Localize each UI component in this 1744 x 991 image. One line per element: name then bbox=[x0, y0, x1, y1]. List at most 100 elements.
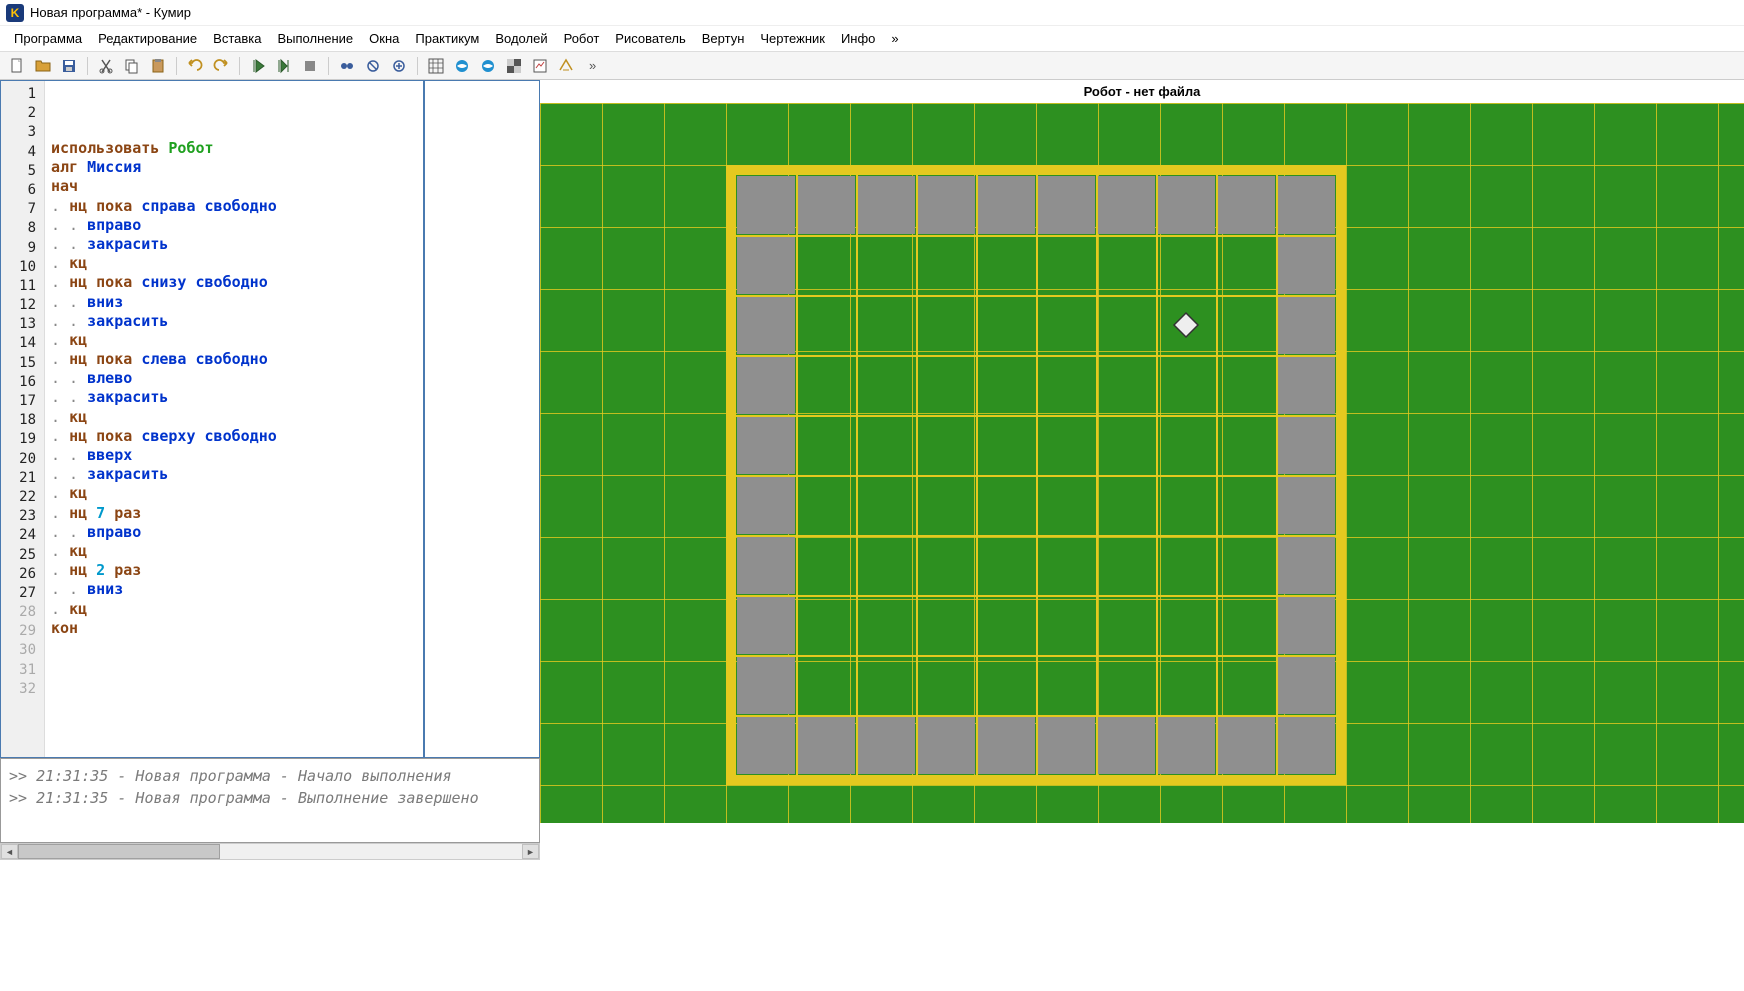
menu-item-3[interactable]: Выполнение bbox=[269, 27, 361, 50]
code-line[interactable]: алг Миссия bbox=[51, 158, 533, 177]
code-line[interactable]: . . вверх bbox=[51, 446, 533, 465]
code-line[interactable]: . . закрасить bbox=[51, 312, 533, 331]
code-line-empty[interactable] bbox=[51, 638, 533, 657]
editor-split-divider[interactable] bbox=[423, 81, 425, 757]
menu-item-6[interactable]: Водолей bbox=[487, 27, 555, 50]
code-area[interactable]: использовать Роботалг Миссиянач. нц пока… bbox=[45, 81, 539, 757]
scroll-track[interactable] bbox=[18, 844, 522, 859]
code-line-empty[interactable] bbox=[51, 657, 533, 676]
code-line[interactable]: . нц пока справа свободно bbox=[51, 197, 533, 216]
menu-item-7[interactable]: Робот bbox=[556, 27, 608, 50]
menu-item-10[interactable]: Чертежник bbox=[752, 27, 833, 50]
code-line[interactable]: . . влево bbox=[51, 369, 533, 388]
code-line[interactable]: . нц 2 раз bbox=[51, 561, 533, 580]
menu-item-5[interactable]: Практикум bbox=[407, 27, 487, 50]
breakpoint-list-icon[interactable] bbox=[388, 55, 410, 77]
copy-icon[interactable] bbox=[121, 55, 143, 77]
code-line[interactable]: . нц пока снизу свободно bbox=[51, 273, 533, 292]
painted-cell bbox=[737, 416, 795, 474]
output-console[interactable]: >> 21:31:35 - Новая программа - Начало в… bbox=[0, 758, 540, 843]
actor6-icon[interactable] bbox=[555, 55, 577, 77]
undo-icon[interactable] bbox=[184, 55, 206, 77]
painted-cell bbox=[1277, 716, 1335, 774]
titlebar: K Новая программа* - Кумир bbox=[0, 0, 1744, 26]
code-line[interactable]: кон bbox=[51, 619, 533, 638]
horizontal-scrollbar[interactable]: ◄ ► bbox=[0, 843, 540, 860]
code-line[interactable]: . нц 7 раз bbox=[51, 504, 533, 523]
menubar: ПрограммаРедактированиеВставкаВыполнение… bbox=[0, 26, 1744, 52]
painted-cell bbox=[1277, 296, 1335, 354]
code-line[interactable]: . кц bbox=[51, 408, 533, 427]
menu-item-12[interactable]: » bbox=[883, 27, 906, 50]
actor3-icon[interactable] bbox=[477, 55, 499, 77]
redo-icon[interactable] bbox=[210, 55, 232, 77]
menu-item-1[interactable]: Редактирование bbox=[90, 27, 205, 50]
code-line[interactable]: . . закрасить bbox=[51, 235, 533, 254]
painted-cell bbox=[977, 176, 1035, 234]
painted-cell bbox=[1157, 176, 1215, 234]
line-number: 2 bbox=[1, 104, 44, 123]
actor5-icon[interactable] bbox=[529, 55, 551, 77]
cut-icon[interactable] bbox=[95, 55, 117, 77]
code-line-empty[interactable] bbox=[51, 695, 533, 714]
code-line[interactable]: . нц пока слева свободно bbox=[51, 350, 533, 369]
code-line-empty[interactable] bbox=[51, 715, 533, 734]
run-icon[interactable] bbox=[247, 55, 269, 77]
open-folder-icon[interactable] bbox=[32, 55, 54, 77]
run-step-icon[interactable] bbox=[273, 55, 295, 77]
breakpoint-add-icon[interactable] bbox=[336, 55, 358, 77]
menu-item-8[interactable]: Рисователь bbox=[607, 27, 693, 50]
code-line[interactable]: . . вправо bbox=[51, 523, 533, 542]
line-number: 9 bbox=[1, 239, 44, 258]
painted-cell bbox=[1277, 416, 1335, 474]
line-number: 12 bbox=[1, 296, 44, 315]
line-number: 1 bbox=[1, 85, 44, 104]
new-file-icon[interactable] bbox=[6, 55, 28, 77]
menu-item-0[interactable]: Программа bbox=[6, 27, 90, 50]
code-line[interactable]: . нц пока сверху свободно bbox=[51, 427, 533, 446]
robot-field[interactable] bbox=[540, 103, 1744, 823]
actor4-icon[interactable] bbox=[503, 55, 525, 77]
stop-icon[interactable] bbox=[299, 55, 321, 77]
code-line[interactable]: . кц bbox=[51, 254, 533, 273]
code-line[interactable]: . . вниз bbox=[51, 293, 533, 312]
field-grid-line bbox=[736, 235, 1336, 237]
menu-item-9[interactable]: Вертун bbox=[694, 27, 753, 50]
field-grid-line bbox=[736, 595, 1336, 597]
painted-cell bbox=[1217, 716, 1275, 774]
painted-cell bbox=[797, 716, 855, 774]
code-line[interactable]: . кц bbox=[51, 331, 533, 350]
code-line[interactable]: . . вниз bbox=[51, 580, 533, 599]
scroll-thumb[interactable] bbox=[18, 844, 220, 859]
toolbar-overflow-icon[interactable]: » bbox=[581, 54, 604, 77]
code-line[interactable]: . кц bbox=[51, 484, 533, 503]
painted-cell bbox=[737, 236, 795, 294]
paste-icon[interactable] bbox=[147, 55, 169, 77]
code-line[interactable]: . кц bbox=[51, 542, 533, 561]
code-line[interactable]: . . вправо bbox=[51, 216, 533, 235]
code-line[interactable]: нач bbox=[51, 177, 533, 196]
code-line-empty[interactable] bbox=[51, 734, 533, 753]
actor1-icon[interactable] bbox=[425, 55, 447, 77]
code-line[interactable]: . . закрасить bbox=[51, 388, 533, 407]
code-line-empty[interactable] bbox=[51, 676, 533, 695]
line-number: 22 bbox=[1, 488, 44, 507]
painted-cell bbox=[737, 536, 795, 594]
breakpoint-remove-icon[interactable] bbox=[362, 55, 384, 77]
menu-item-4[interactable]: Окна bbox=[361, 27, 407, 50]
painted-cell bbox=[1097, 716, 1155, 774]
code-line[interactable]: использовать Робот bbox=[51, 139, 533, 158]
menu-item-2[interactable]: Вставка bbox=[205, 27, 269, 50]
grid-line bbox=[1594, 103, 1595, 823]
robot-sprite[interactable] bbox=[1171, 310, 1201, 340]
scroll-left-arrow-icon[interactable]: ◄ bbox=[1, 844, 18, 859]
code-line[interactable]: . . закрасить bbox=[51, 465, 533, 484]
code-editor[interactable]: 1234567891011121314151617181920212223242… bbox=[0, 80, 540, 758]
actor2-icon[interactable] bbox=[451, 55, 473, 77]
scroll-right-arrow-icon[interactable]: ► bbox=[522, 844, 539, 859]
line-number: 11 bbox=[1, 277, 44, 296]
line-number: 30 bbox=[1, 641, 44, 660]
save-icon[interactable] bbox=[58, 55, 80, 77]
menu-item-11[interactable]: Инфо bbox=[833, 27, 883, 50]
code-line[interactable]: . кц bbox=[51, 600, 533, 619]
